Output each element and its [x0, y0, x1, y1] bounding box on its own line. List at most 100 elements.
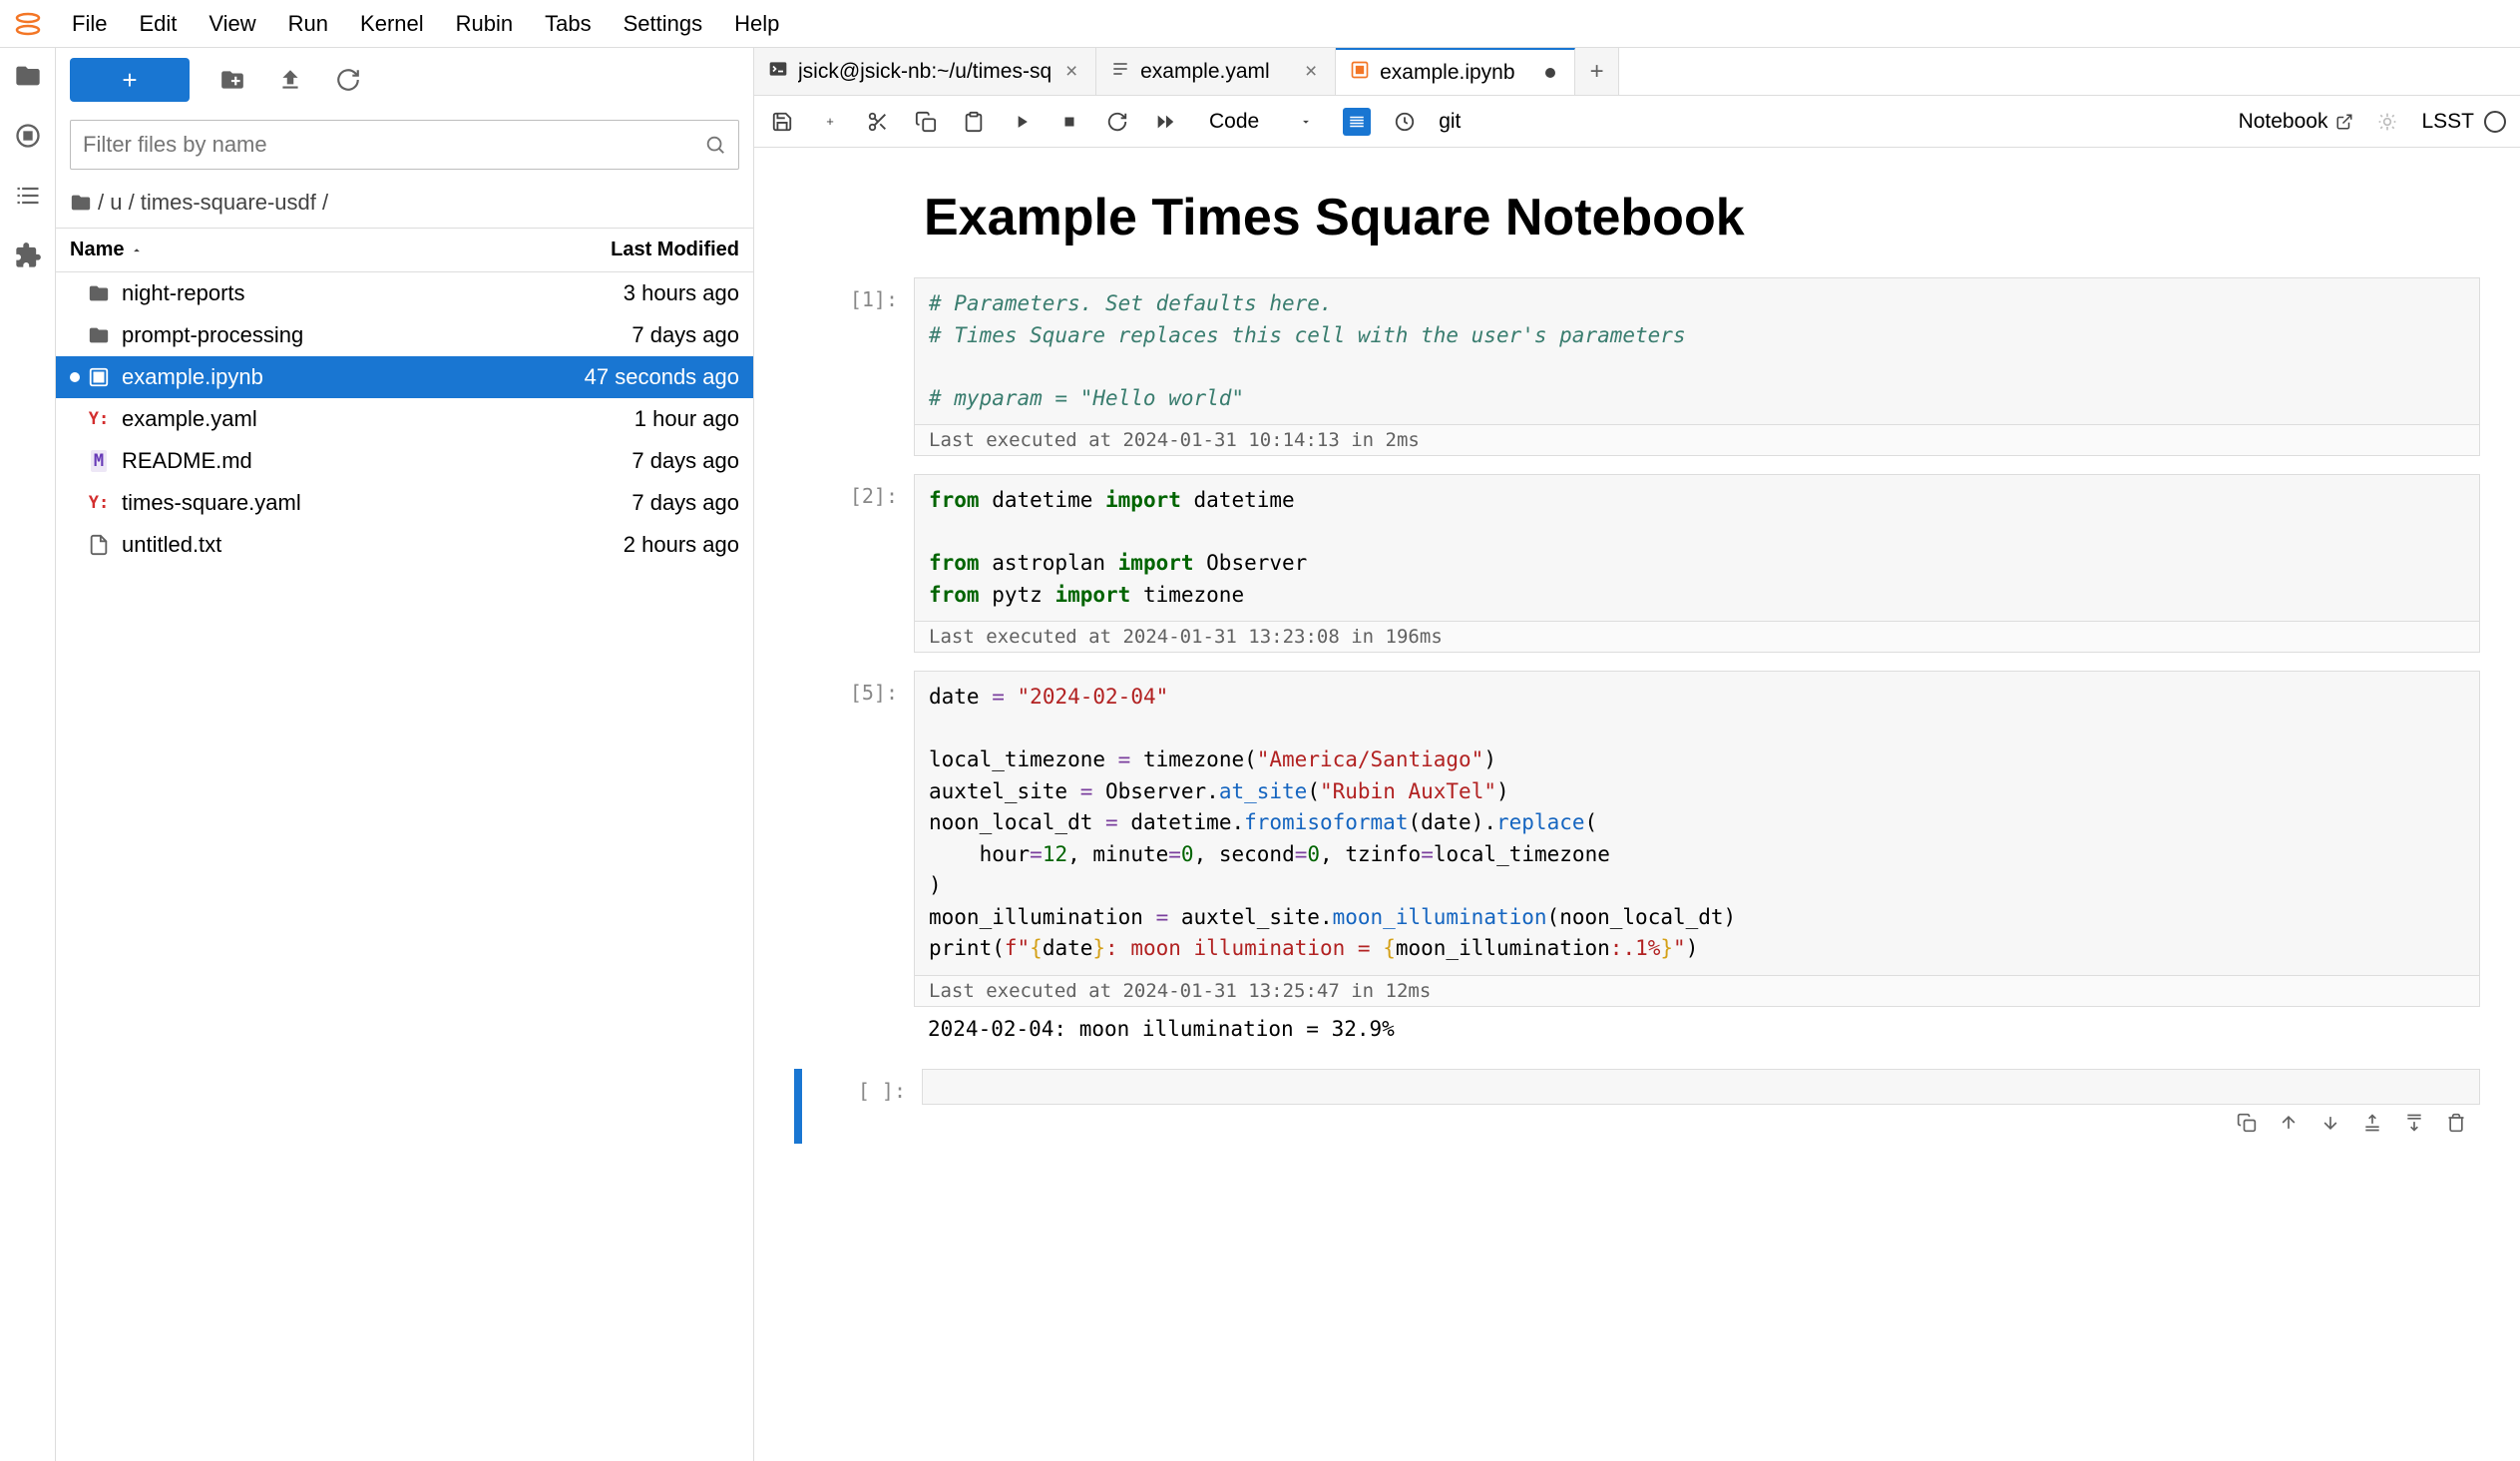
folder-icon — [86, 280, 112, 306]
exec-timestamp: Last executed at 2024-01-31 13:23:08 in … — [914, 622, 2480, 653]
file-browser-icon[interactable] — [10, 58, 46, 94]
external-link-icon — [2335, 113, 2353, 131]
menu-settings[interactable]: Settings — [608, 1, 719, 47]
search-icon — [704, 134, 726, 156]
code-input[interactable] — [922, 1069, 2480, 1105]
delete-cell-icon[interactable] — [2446, 1113, 2466, 1136]
move-up-icon[interactable] — [2279, 1113, 2299, 1136]
file-modified: 47 seconds ago — [510, 364, 739, 390]
cell-prompt: [2]: — [794, 474, 914, 653]
tab-close-icon[interactable]: × — [1061, 62, 1081, 82]
tab-dirty-icon[interactable] — [1540, 63, 1560, 83]
file-row[interactable]: night-reports3 hours ago — [56, 272, 753, 314]
file-row[interactable]: example.ipynb47 seconds ago — [56, 356, 753, 398]
breadcrumb-path[interactable]: / u / times-square-usdf / — [98, 190, 328, 216]
add-tab-button[interactable]: + — [1575, 48, 1619, 95]
extensions-icon[interactable] — [10, 238, 46, 273]
sort-asc-icon — [130, 244, 144, 257]
file-modified: 7 days ago — [510, 490, 739, 516]
kernel-selector[interactable]: LSST — [2421, 110, 2506, 134]
code-cell[interactable]: [1]: # Parameters. Set defaults here. # … — [794, 277, 2480, 456]
activity-bar — [0, 48, 56, 1461]
file-row[interactable]: Y:example.yaml1 hour ago — [56, 398, 753, 440]
run-icon[interactable] — [1008, 108, 1036, 136]
tab[interactable]: example.yaml × — [1096, 48, 1336, 95]
editor-tab-icon — [1110, 59, 1130, 85]
toc-icon[interactable] — [10, 178, 46, 214]
filter-input-field[interactable] — [83, 132, 704, 158]
tab[interactable]: example.ipynb — [1336, 48, 1575, 95]
file-list: night-reports3 hours agoprompt-processin… — [56, 272, 753, 1461]
insert-above-icon[interactable] — [2362, 1113, 2382, 1136]
md-icon: M — [86, 448, 112, 474]
cell-toolbar — [922, 1105, 2480, 1144]
notebook-mode[interactable]: Notebook — [2239, 110, 2354, 134]
notebook-view: Example Times Square Notebook [1]: # Par… — [754, 148, 2520, 1461]
restart-icon[interactable] — [1103, 108, 1131, 136]
file-modified: 3 hours ago — [510, 280, 739, 306]
tab-label: jsick@jsick-nb:~/u/times-sq — [798, 60, 1051, 84]
code-cell[interactable]: [2]: from datetime import datetime from … — [794, 474, 2480, 653]
timing-icon[interactable] — [1391, 108, 1419, 136]
cut-icon[interactable] — [864, 108, 892, 136]
sort-by-name[interactable]: Name — [70, 239, 510, 261]
terminal-tab-icon — [768, 59, 788, 85]
new-launcher-button[interactable]: + — [70, 58, 190, 102]
menu-file[interactable]: File — [56, 1, 123, 47]
filter-files-input[interactable] — [70, 120, 739, 170]
move-down-icon[interactable] — [2320, 1113, 2340, 1136]
file-modified: 1 hour ago — [510, 406, 739, 432]
sort-by-modified[interactable]: Last Modified — [510, 239, 739, 261]
file-list-header: Name Last Modified — [56, 228, 753, 272]
cell-type-select[interactable]: Code — [1199, 106, 1323, 138]
breadcrumb[interactable]: / u / times-square-usdf / — [56, 178, 753, 228]
interrupt-icon[interactable] — [1055, 108, 1083, 136]
code-input[interactable]: date = "2024-02-04" local_timezone = tim… — [914, 671, 2480, 976]
file-row[interactable]: untitled.txt2 hours ago — [56, 524, 753, 566]
menu-help[interactable]: Help — [718, 1, 795, 47]
file-row[interactable]: Y:times-square.yaml7 days ago — [56, 482, 753, 524]
menu-edit[interactable]: Edit — [123, 1, 193, 47]
file-row[interactable]: prompt-processing7 days ago — [56, 314, 753, 356]
code-cell[interactable]: [5]: date = "2024-02-04" local_timezone … — [794, 671, 2480, 1051]
file-name: README.md — [122, 448, 510, 474]
cell-output: 2024-02-04: moon illumination = 32.9% — [914, 1007, 2480, 1051]
file-row[interactable]: M README.md7 days ago — [56, 440, 753, 482]
code-input[interactable]: # Parameters. Set defaults here. # Times… — [914, 277, 2480, 425]
running-icon[interactable] — [10, 118, 46, 154]
new-folder-icon[interactable] — [217, 65, 247, 95]
tab-label: example.yaml — [1140, 60, 1270, 84]
notebook-tab-icon — [1350, 60, 1370, 86]
file-browser-panel: + / u / times-square-usdf / Name Last — [56, 48, 754, 1461]
cell-prompt: [1]: — [794, 277, 914, 456]
render-side-icon[interactable] — [1343, 108, 1371, 136]
debugger-icon[interactable] — [2373, 108, 2401, 136]
yaml-icon: Y: — [86, 490, 112, 516]
tab-label: example.ipynb — [1380, 61, 1514, 85]
git-label[interactable]: git — [1439, 110, 1461, 134]
file-modified: 7 days ago — [510, 448, 739, 474]
copy-icon[interactable] — [912, 108, 940, 136]
restart-run-all-icon[interactable] — [1151, 108, 1179, 136]
menu-view[interactable]: View — [193, 1, 271, 47]
paste-icon[interactable] — [960, 108, 988, 136]
menu-rubin[interactable]: Rubin — [440, 1, 529, 47]
cell-prompt: [5]: — [794, 671, 914, 1051]
save-icon[interactable] — [768, 108, 796, 136]
insert-cell-icon[interactable]: + — [816, 108, 844, 136]
tab-close-icon[interactable]: × — [1301, 62, 1321, 82]
jupyter-logo[interactable] — [12, 8, 44, 40]
code-cell-active[interactable]: [ ]: — [794, 1069, 2480, 1144]
tab[interactable]: jsick@jsick-nb:~/u/times-sq × — [754, 48, 1096, 95]
notebook-icon — [86, 364, 112, 390]
folder-icon — [70, 192, 92, 214]
upload-icon[interactable] — [275, 65, 305, 95]
menu-run[interactable]: Run — [272, 1, 344, 47]
duplicate-cell-icon[interactable] — [2237, 1113, 2257, 1136]
refresh-icon[interactable] — [333, 65, 363, 95]
yaml-icon: Y: — [86, 406, 112, 432]
menu-tabs[interactable]: Tabs — [529, 1, 607, 47]
code-input[interactable]: from datetime import datetime from astro… — [914, 474, 2480, 622]
menu-kernel[interactable]: Kernel — [344, 1, 440, 47]
insert-below-icon[interactable] — [2404, 1113, 2424, 1136]
